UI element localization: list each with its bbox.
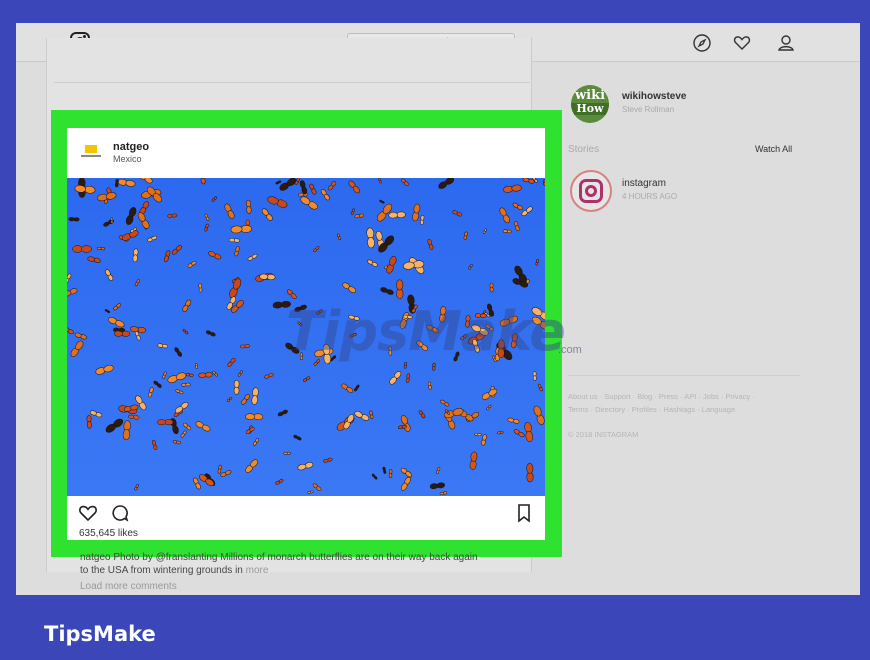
brand-label: TipsMake [44,622,156,646]
sidebar-avatar[interactable]: wiki How [571,85,609,123]
caption-text: to the USA from wintering grounds in [80,565,243,576]
avatar-text-1: wiki [574,88,606,103]
heart-icon[interactable] [732,33,752,53]
watermark-tld: .com [558,344,582,356]
more-link[interactable]: more [246,565,269,576]
stories-label: Stories [568,144,600,155]
watermark-text: TipsMake [286,300,566,363]
sidebar-full-name: Steve Rollman [622,105,675,114]
likes-count: 635,645 likes [79,528,138,539]
post-location[interactable]: Mexico [113,154,142,164]
caption-line-1: natgeo Photo by @franslanting Millions o… [80,552,478,563]
bookmark-icon[interactable] [513,502,535,524]
avatar-text-2: How [571,103,609,115]
load-more-comments-link[interactable]: Load more comments [80,581,177,592]
watch-all-link[interactable]: Watch All [755,144,792,154]
post-header: natgeo Mexico [67,128,545,178]
footer-copyright: © 2018 INSTAGRAM [568,430,639,439]
sidebar-divider [568,375,800,376]
compass-icon[interactable] [692,33,712,53]
post-caption: natgeo Photo by @franslanting Millions o… [80,551,530,577]
story-time: 4 HOURS AGO [622,192,678,201]
previous-post-bottom [54,38,530,83]
natgeo-avatar[interactable] [81,144,101,160]
caption-line-2: to the USA from wintering grounds in mor… [80,564,530,577]
footer-links-1[interactable]: About us · Support · Blog · Press · API … [568,392,755,401]
comment-icon[interactable] [109,502,131,524]
instagram-icon [579,179,603,203]
post-actions [67,502,545,528]
story-username[interactable]: instagram [622,178,666,189]
story-avatar-instagram[interactable] [570,170,612,212]
profile-icon[interactable] [776,33,796,53]
footer-links-2[interactable]: Terms · Directory · Profiles · Hashtags … [568,405,735,414]
post-username[interactable]: natgeo [113,141,149,153]
like-heart-icon[interactable] [77,502,99,524]
sidebar-username[interactable]: wikihowsteve [622,91,686,102]
